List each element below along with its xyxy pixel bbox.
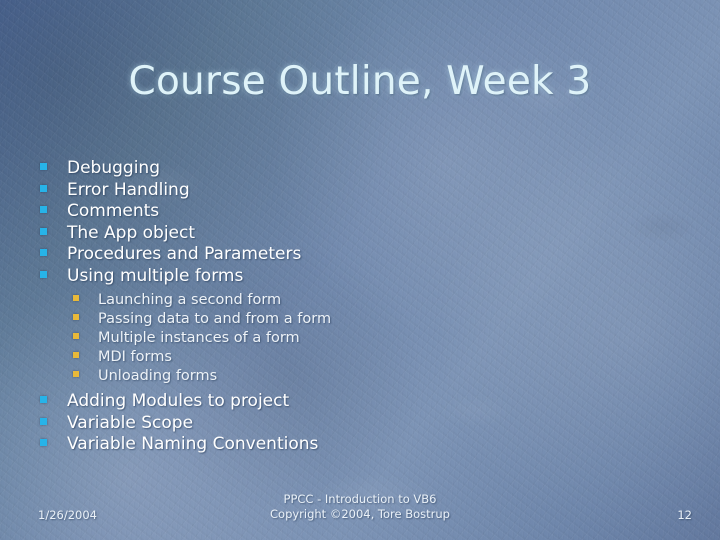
bullet-square-icon — [38, 227, 67, 238]
outline-sub-item-label: MDI forms — [98, 349, 172, 365]
outline-sub-item: MDI forms — [38, 348, 692, 367]
slide-title: Course Outline, Week 3 — [128, 59, 592, 104]
bullet-square-icon — [38, 249, 67, 259]
outline-top-group: Debugging Error Handling Comments The Ap… — [38, 158, 692, 287]
bullet-square-icon — [38, 396, 67, 406]
outline-sub-item: Launching a second form — [38, 291, 692, 310]
slide-footer: 1/26/2004 PPCC - Introduction to VB6 Cop… — [0, 484, 720, 540]
bullet-square-icon — [38, 163, 67, 173]
sub-bullet-square-icon — [38, 352, 98, 361]
outline-item: Comments — [38, 201, 692, 223]
outline-sub-item-label: Multiple instances of a form — [98, 330, 300, 346]
outline-bottom-group: Adding Modules to project Variable Scope… — [38, 391, 692, 456]
outline-item-label: Comments — [67, 201, 160, 221]
bullet-square-icon — [38, 270, 67, 281]
outline-body: Debugging Error Handling Comments The Ap… — [38, 158, 692, 456]
outline-item: Adding Modules to project — [38, 391, 692, 413]
bullet-square-icon — [38, 439, 67, 449]
outline-item-label: Debugging — [67, 158, 160, 178]
outline-item: The App object — [38, 223, 692, 245]
outline-sub-item: Passing data to and from a form — [38, 310, 692, 329]
outline-sub-item-label: Unloading forms — [98, 368, 218, 384]
outline-item: Procedures and Parameters — [38, 244, 692, 266]
footer-page-number: 12 — [677, 508, 692, 522]
outline-item-label: Using multiple forms — [67, 265, 244, 286]
outline-item: Variable Naming Conventions — [38, 434, 692, 456]
outline-item-label: Variable Scope — [67, 412, 194, 433]
sub-bullet-square-icon — [38, 333, 98, 342]
sub-bullet-square-icon — [38, 314, 98, 323]
sub-bullet-square-icon — [38, 295, 98, 304]
footer-course-title: PPCC - Introduction to VB6 — [283, 492, 437, 506]
outline-sub-group: Launching a second form Passing data to … — [38, 291, 692, 386]
outline-sub-item-label: Launching a second form — [98, 292, 282, 308]
bullet-square-icon — [38, 417, 67, 428]
outline-item-label: Adding Modules to project — [67, 391, 290, 411]
outline-item-label: Procedures and Parameters — [67, 244, 302, 264]
outline-item: Variable Scope — [38, 413, 692, 435]
sub-bullet-square-icon — [38, 371, 98, 380]
bullet-square-icon — [38, 184, 67, 195]
outline-sub-item: Unloading forms — [38, 367, 692, 386]
outline-sub-item-label: Passing data to and from a form — [98, 311, 332, 327]
outline-item: Error Handling — [38, 180, 692, 202]
outline-item-label: The App object — [67, 222, 196, 243]
footer-center: PPCC - Introduction to VB6 Copyright ©20… — [0, 492, 720, 522]
outline-item: Debugging — [38, 158, 692, 180]
footer-copyright: Copyright ©2004, Tore Bostrup — [270, 507, 450, 521]
presentation-slide: Course Outline, Week 3 Debugging Error H… — [0, 0, 720, 540]
outline-item: Using multiple forms — [38, 266, 692, 288]
outline-sub-item: Multiple instances of a form — [38, 329, 692, 348]
bullet-square-icon — [38, 206, 67, 216]
outline-item-label: Error Handling — [67, 179, 190, 200]
outline-item-label: Variable Naming Conventions — [67, 434, 319, 454]
